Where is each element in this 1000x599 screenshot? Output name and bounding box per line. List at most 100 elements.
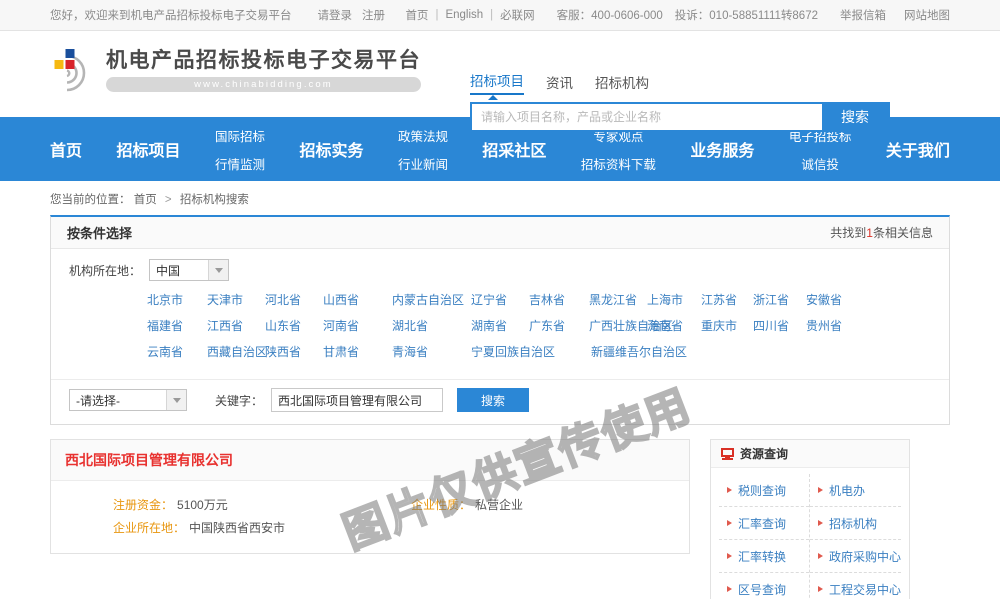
register-link[interactable]: 注册 [362, 7, 385, 23]
province-link-inner-mongolia[interactable]: 内蒙古自治区 [392, 291, 471, 308]
result-company-title[interactable]: 西北国际项目管理有限公司 [65, 452, 233, 468]
province-link-tianjin[interactable]: 天津市 [207, 291, 265, 308]
resource-link-area-code-query[interactable]: 区号查询 [738, 581, 786, 598]
list-item[interactable]: 机电办 [810, 474, 901, 507]
list-item[interactable]: 区号查询 [719, 573, 809, 599]
province-link-xinjiang[interactable]: 新疆维吾尔自治区 [591, 343, 687, 360]
nav-item-credit[interactable]: 诚信投 [801, 154, 839, 173]
list-item[interactable]: 招标机构 [810, 507, 901, 540]
nav-item-policy-top[interactable]: 政策法规 [398, 126, 448, 145]
province-link-yunnan[interactable]: 云南省 [147, 343, 207, 360]
filter-search-button[interactable]: 搜索 [457, 388, 529, 412]
province-link-jiangsu[interactable]: 江苏省 [701, 291, 753, 308]
topbar-english-link[interactable]: English [445, 9, 483, 21]
topbar-separator-2: | [490, 9, 493, 21]
nav-item-market-monitor[interactable]: 行情监测 [215, 154, 265, 173]
category-select-value: -请选择- [76, 392, 142, 409]
province-link-shanxi[interactable]: 山西省 [323, 291, 392, 308]
chevron-down-icon-2 [166, 390, 186, 410]
province-link-zhejiang[interactable]: 浙江省 [753, 291, 806, 308]
resource-link-engineering-exchange-center[interactable]: 工程交易中心 [829, 581, 901, 598]
resource-link-exchange-rate-query[interactable]: 汇率查询 [738, 515, 786, 532]
province-link-heilongjiang[interactable]: 黑龙江省 [589, 291, 647, 308]
filter-panel-header: 按条件选择 共找到1条相关信息 [51, 217, 949, 249]
province-link-ningxia[interactable]: 宁夏回族自治区 [471, 343, 591, 360]
province-link-guizhou[interactable]: 贵州省 [806, 317, 842, 334]
province-links-grid: 北京市 天津市 河北省 山西省 内蒙古自治区 辽宁省 吉林省 黑龙江省 上海市 … [51, 285, 949, 377]
nav-item-home[interactable]: 首页 [50, 117, 82, 181]
nav-item-policy[interactable]: 政策法规 行业新闻 [398, 117, 448, 181]
main-content: 您当前的位置： 首页 > 招标机构搜索 按条件选择 共找到1条相关信息 机构所在… [50, 181, 950, 599]
province-link-sichuan[interactable]: 四川省 [753, 317, 806, 334]
login-link[interactable]: 请登录 [318, 7, 353, 23]
province-row-2: 福建省 江西省 山东省 河南省 湖北省 湖南省 广东省 广西壮族自治区 海南省 … [147, 317, 949, 334]
company-location-value: 中国陕西省西安市 [189, 519, 285, 536]
result-field-capital: 注册资金： 5100万元 [51, 496, 411, 513]
resource-link-tax-query[interactable]: 税则查询 [738, 482, 786, 499]
province-link-qinghai[interactable]: 青海省 [392, 343, 471, 360]
topbar-home-link[interactable]: 首页 [405, 7, 428, 23]
breadcrumb-separator: > [165, 194, 172, 206]
resource-link-bidding-agency[interactable]: 招标机构 [829, 515, 877, 532]
header-search-button[interactable]: 搜索 [822, 104, 888, 130]
list-item[interactable]: 政府采购中心 [810, 540, 901, 573]
result-line-location: 企业所在地： 中国陕西省西安市 [51, 516, 689, 539]
nav-item-bidding-practice[interactable]: 招标实务 [299, 117, 363, 181]
list-item[interactable]: 税则查询 [719, 474, 809, 507]
nature-label: 企业性质： [411, 496, 471, 513]
sitemap-link[interactable]: 网站地图 [904, 7, 950, 23]
province-link-jilin[interactable]: 吉林省 [529, 291, 589, 308]
arrow-right-icon [727, 487, 732, 493]
province-link-shanghai[interactable]: 上海市 [647, 291, 701, 308]
province-link-fujian[interactable]: 福建省 [147, 317, 207, 334]
capital-value: 5100万元 [177, 496, 228, 513]
report-mailbox-link[interactable]: 举报信箱 [840, 7, 886, 23]
list-item[interactable]: 工程交易中心 [810, 573, 901, 599]
province-link-henan[interactable]: 河南省 [323, 317, 392, 334]
site-logo[interactable]: 机电产品招标投标电子交易平台 www.chinabidding.com [50, 45, 421, 93]
header-search-block: 招标项目 资讯 招标机构 搜索 [470, 73, 890, 132]
breadcrumb: 您当前的位置： 首页 > 招标机构搜索 [50, 181, 950, 215]
province-row-3: 云南省 西藏自治区 陕西省 甘肃省 青海省 宁夏回族自治区 新疆维吾尔自治区 [147, 343, 949, 360]
chevron-down-icon [208, 260, 228, 280]
province-link-jiangxi[interactable]: 江西省 [207, 317, 265, 334]
list-item[interactable]: 汇率转换 [719, 540, 809, 573]
company-location-label: 企业所在地： [113, 519, 185, 536]
header-search-input[interactable] [472, 104, 822, 130]
province-link-tibet[interactable]: 西藏自治区 [207, 343, 265, 360]
category-select[interactable]: -请选择- [69, 389, 187, 411]
province-link-hainan[interactable]: 海南省 [647, 317, 701, 334]
province-link-hunan[interactable]: 湖南省 [471, 317, 529, 334]
nav-item-international[interactable]: 国际招标 行情监测 [215, 117, 265, 181]
province-link-liaoning[interactable]: 辽宁省 [471, 291, 529, 308]
location-select-value: 中国 [156, 262, 202, 279]
result-card: 西北国际项目管理有限公司 注册资金： 5100万元 企业性质： 私营企业 [50, 439, 690, 554]
search-tab-projects[interactable]: 招标项目 [470, 70, 524, 95]
nav-item-international-top[interactable]: 国际招标 [215, 126, 265, 145]
list-item[interactable]: 汇率查询 [719, 507, 809, 540]
province-link-anhui[interactable]: 安徽省 [806, 291, 842, 308]
resource-query-title: 资源查询 [740, 445, 788, 462]
nav-item-industry-news[interactable]: 行业新闻 [398, 154, 448, 173]
province-link-beijing[interactable]: 北京市 [147, 291, 207, 308]
province-link-shandong[interactable]: 山东省 [265, 317, 323, 334]
breadcrumb-home-link[interactable]: 首页 [134, 194, 157, 206]
province-link-chongqing[interactable]: 重庆市 [701, 317, 753, 334]
province-link-gansu[interactable]: 甘肃省 [323, 343, 392, 360]
province-link-guangxi[interactable]: 广西壮族自治区 [589, 317, 647, 334]
keyword-input[interactable] [271, 388, 443, 412]
resource-link-jidianban[interactable]: 机电办 [829, 482, 865, 499]
province-link-hubei[interactable]: 湖北省 [392, 317, 471, 334]
search-tab-agencies[interactable]: 招标机构 [595, 72, 649, 95]
resource-link-exchange-rate-convert[interactable]: 汇率转换 [738, 548, 786, 565]
province-link-shaanxi[interactable]: 陕西省 [265, 343, 323, 360]
nav-item-bidding-projects[interactable]: 招标项目 [116, 117, 180, 181]
location-select[interactable]: 中国 [149, 259, 229, 281]
province-link-hebei[interactable]: 河北省 [265, 291, 323, 308]
search-tab-news[interactable]: 资讯 [546, 72, 573, 95]
nav-item-about-us[interactable]: 关于我们 [886, 117, 950, 181]
topbar-bilian-link[interactable]: 必联网 [500, 7, 535, 23]
province-link-guangdong[interactable]: 广东省 [529, 317, 589, 334]
resource-link-gov-procurement-center[interactable]: 政府采购中心 [829, 548, 901, 565]
nav-item-downloads[interactable]: 招标资料下载 [581, 154, 656, 173]
